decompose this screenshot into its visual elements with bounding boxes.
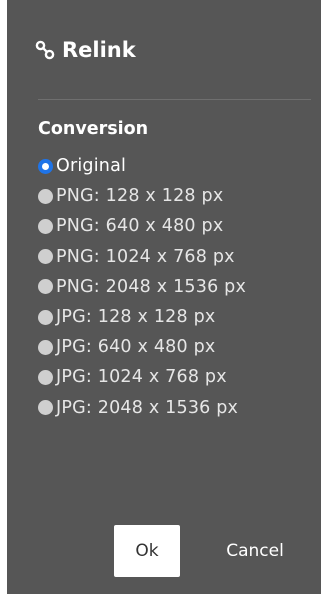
option-original[interactable]: Original (38, 151, 323, 181)
conversion-options: Original PNG: 128 x 128 px PNG: 640 x 48… (38, 151, 323, 423)
option-label: JPG: 640 x 480 px (56, 337, 216, 358)
option-label: PNG: 128 x 128 px (56, 186, 224, 207)
radio-button[interactable] (38, 188, 53, 204)
option-label: JPG: 2048 x 1536 px (56, 397, 239, 418)
option-label: Original (56, 156, 127, 177)
radio-button[interactable] (38, 400, 53, 416)
header-divider (38, 99, 311, 100)
radio-button[interactable] (38, 309, 53, 325)
radio-button[interactable] (38, 249, 53, 265)
dialog-title: Relink (62, 38, 136, 62)
option-png-640x480[interactable]: PNG: 640 x 480 px (38, 211, 323, 241)
option-label: PNG: 640 x 480 px (56, 216, 224, 237)
radio-button[interactable] (38, 279, 53, 295)
option-jpg-1024x768[interactable]: JPG: 1024 x 768 px (38, 362, 323, 392)
option-label: PNG: 1024 x 768 px (56, 246, 235, 267)
relink-dialog: Relink Conversion Original PNG: 128 x 12… (7, 0, 321, 594)
radio-button[interactable] (38, 158, 53, 174)
cancel-button[interactable]: Cancel (205, 525, 305, 577)
radio-button[interactable] (38, 369, 53, 385)
radio-button[interactable] (38, 218, 53, 234)
link-icon (34, 39, 56, 61)
option-jpg-2048x1536[interactable]: JPG: 2048 x 1536 px (38, 393, 323, 423)
option-label: PNG: 2048 x 1536 px (56, 276, 247, 297)
option-label: JPG: 1024 x 768 px (56, 367, 227, 388)
option-jpg-128x128[interactable]: JPG: 128 x 128 px (38, 302, 323, 332)
option-png-1024x768[interactable]: PNG: 1024 x 768 px (38, 242, 323, 272)
option-png-128x128[interactable]: PNG: 128 x 128 px (38, 181, 323, 211)
radio-button[interactable] (38, 339, 53, 355)
section-label: Conversion (38, 119, 149, 139)
option-png-2048x1536[interactable]: PNG: 2048 x 1536 px (38, 272, 323, 302)
ok-button[interactable]: Ok (114, 525, 180, 577)
option-jpg-640x480[interactable]: JPG: 640 x 480 px (38, 332, 323, 362)
option-label: JPG: 128 x 128 px (56, 307, 216, 328)
dialog-header: Relink (34, 34, 136, 66)
